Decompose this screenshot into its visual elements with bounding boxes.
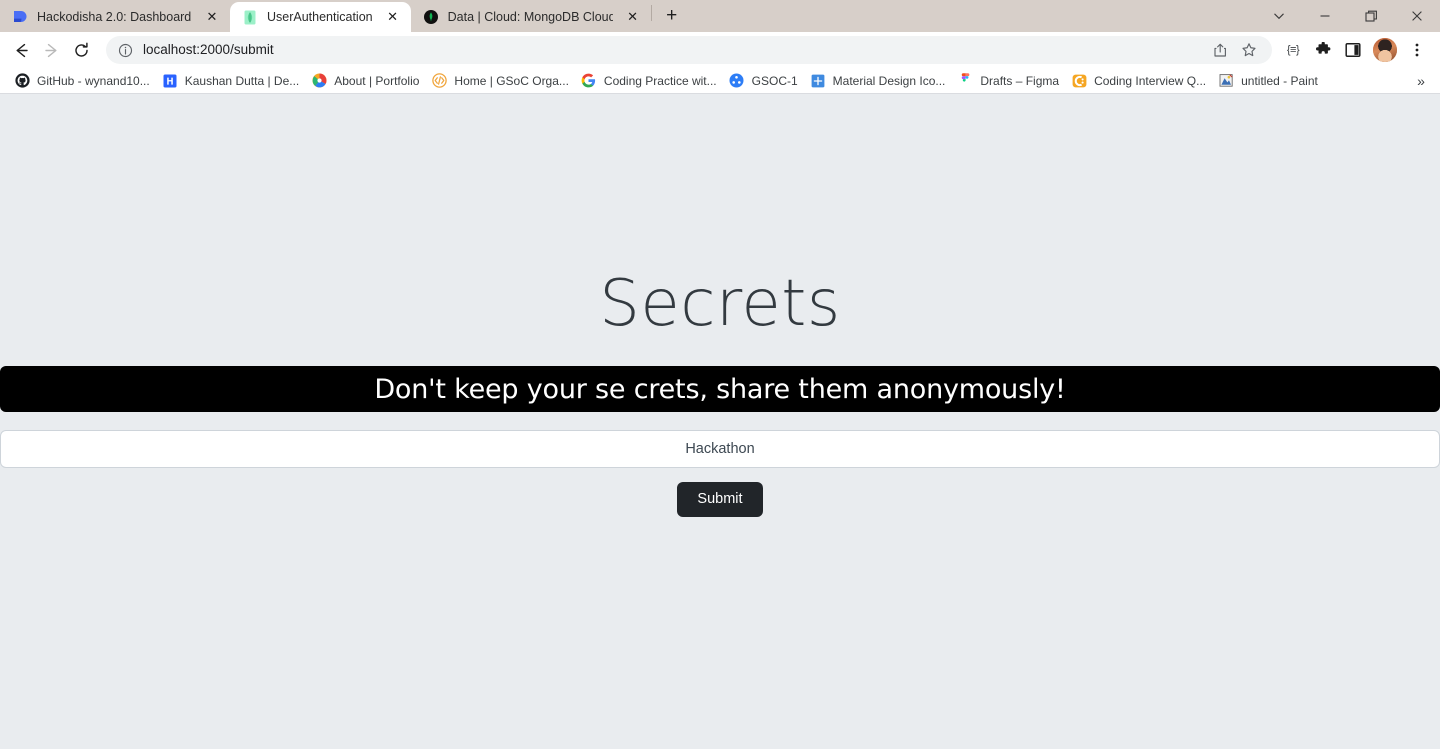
avatar[interactable] [1373,38,1397,62]
tab-title: UserAuthentication [267,10,373,24]
bookmark-gsoc-1[interactable]: GSOC-1 [725,70,806,92]
bookmark-material-design[interactable]: Material Design Ico... [806,70,954,92]
tab-close-button[interactable]: ✕ [202,7,222,27]
bookmark-label: About | Portfolio [334,73,420,88]
bookmark-star-icon[interactable] [1236,37,1262,63]
portfolio-icon [311,73,327,89]
bookmarks-bar: GitHub - wynand10... Kaushan Dutta | De.… [0,68,1440,94]
translate-icon[interactable]: {≡} [1278,35,1308,65]
material-icon [810,73,826,89]
bookmark-label: untitled - Paint [1241,73,1318,88]
maximize-icon[interactable] [1348,0,1394,32]
nodejs-icon [242,9,258,25]
tab-separator [650,4,652,21]
bookmark-gsoc-home[interactable]: Home | GSoC Orga... [427,70,577,92]
tab-close-button[interactable]: ✕ [383,7,403,27]
share-icon[interactable] [1208,37,1234,63]
c-badge-icon [1071,73,1087,89]
omnibox-actions [1208,37,1262,63]
browser-window: Hackodisha 2.0: Dashboard | Dev ✕ UserAu… [0,0,1440,749]
page-viewport: Secrets Don't keep your se crets, share … [0,94,1440,749]
tagline-text: Don't keep your se crets, share them ano… [374,373,1066,405]
bookmark-paint[interactable]: untitled - Paint [1214,70,1326,92]
bookmark-portfolio[interactable]: About | Portfolio [307,70,427,92]
extensions-puzzle-icon[interactable] [1308,35,1338,65]
bookmark-coding-interview[interactable]: Coding Interview Q... [1067,70,1214,92]
bookmark-label: Coding Practice wit... [603,73,717,88]
tab-userauthentication[interactable]: UserAuthentication ✕ [230,2,411,32]
tab-hackodisha[interactable]: Hackodisha 2.0: Dashboard | Dev ✕ [0,2,230,32]
reload-button[interactable] [66,35,96,65]
bookmark-label: Material Design Ico... [832,73,946,88]
tab-list: Hackodisha 2.0: Dashboard | Dev ✕ UserAu… [0,0,686,32]
tab-mongodb[interactable]: Data | Cloud: MongoDB Cloud ✕ [411,2,651,32]
github-icon [14,73,30,89]
page-title: Secrets [599,267,841,341]
tab-title: Hackodisha 2.0: Dashboard | Dev [37,10,192,24]
back-button[interactable] [6,35,36,65]
figma-icon [957,72,973,89]
mongodb-icon [423,9,439,25]
bookmarks-overflow-button[interactable]: » [1410,70,1432,92]
window-controls [1256,0,1440,32]
code-badge-icon [431,73,447,89]
clickup-icon [729,73,745,89]
chrome-menu-icon[interactable] [1402,35,1432,65]
secret-input[interactable] [0,430,1440,468]
secrets-page: Secrets Don't keep your se crets, share … [0,94,1440,518]
paint-icon [1218,73,1234,89]
google-icon [581,73,597,89]
forward-button[interactable] [36,35,66,65]
bookmark-label: Drafts – Figma [980,73,1060,88]
close-icon[interactable] [1394,0,1440,32]
bookmark-figma[interactable]: Drafts – Figma [953,70,1067,92]
tagline-banner: Don't keep your se crets, share them ano… [0,366,1440,412]
bookmark-github[interactable]: GitHub - wynand10... [10,70,158,92]
address-bar[interactable]: localhost:2000/submit [106,36,1272,64]
bookmark-hashnode[interactable]: Kaushan Dutta | De... [158,70,308,92]
bookmark-label: Home | GSoC Orga... [454,73,569,88]
bookmark-coding-practice[interactable]: Coding Practice wit... [577,70,725,92]
translate-glyph: {≡} [1286,44,1300,56]
bookmark-label: GSOC-1 [751,73,798,88]
tab-title: Data | Cloud: MongoDB Cloud [447,10,613,24]
url-text[interactable]: localhost:2000/submit [143,42,1208,58]
hackodisha-icon [12,9,28,25]
bookmark-label: GitHub - wynand10... [37,73,150,88]
site-info-icon[interactable] [117,42,133,58]
bookmark-label: Coding Interview Q... [1094,73,1207,88]
new-tab-button[interactable]: + [658,2,686,30]
browser-toolbar: localhost:2000/submit {≡} [0,32,1440,68]
hashnode-icon [162,73,178,89]
side-panel-icon[interactable] [1338,35,1368,65]
tab-close-button[interactable]: ✕ [623,7,643,27]
tab-strip: Hackodisha 2.0: Dashboard | Dev ✕ UserAu… [0,0,1440,32]
bookmark-label: Kaushan Dutta | De... [184,73,300,88]
tab-search-icon[interactable] [1256,0,1302,32]
submit-button[interactable]: Submit [677,482,763,518]
minimize-icon[interactable] [1302,0,1348,32]
